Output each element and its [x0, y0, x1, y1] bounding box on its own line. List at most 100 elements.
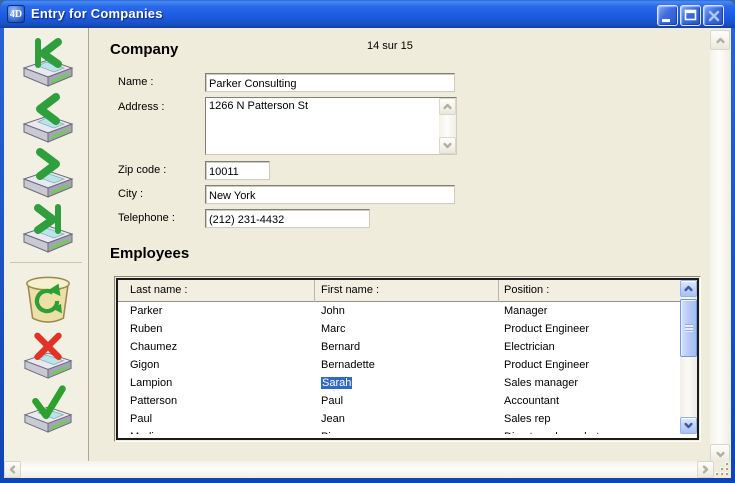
name-input[interactable]: [205, 73, 455, 92]
table-scrollbar[interactable]: [680, 280, 697, 434]
table-row[interactable]: Patterson Paul Accountant: [118, 392, 680, 410]
city-input[interactable]: [205, 185, 455, 204]
employees-table-inner: Last name : First name : Position : Park…: [116, 278, 699, 440]
grip-dot: [720, 472, 723, 475]
close-button[interactable]: [703, 5, 724, 26]
address-scroll-up-button[interactable]: [439, 98, 456, 115]
table-row[interactable]: Gigon Bernadette Product Engineer: [118, 356, 680, 374]
close-icon: [704, 6, 725, 27]
chevron-down-icon: [442, 140, 453, 151]
telephone-label: Telephone :: [118, 212, 175, 224]
cell-position[interactable]: Accountant: [504, 392, 674, 410]
city-label: City :: [118, 188, 143, 200]
cell-last-name[interactable]: Lampion: [130, 374, 310, 392]
first-record-button[interactable]: [17, 36, 79, 88]
cell-last-name[interactable]: Paul: [130, 410, 310, 428]
table-row-selected[interactable]: Lampion Sarah Sales manager: [118, 374, 680, 392]
table-row[interactable]: Chaumez Bernard Electrician: [118, 338, 680, 356]
cell-first-name[interactable]: Sarah: [321, 374, 491, 392]
cell-position[interactable]: Manager: [504, 302, 674, 320]
resize-grip[interactable]: [714, 461, 731, 478]
navigation-toolbar: [4, 28, 89, 461]
maximize-icon: [681, 6, 702, 27]
window-vertical-scrollbar[interactable]: [710, 30, 730, 464]
cell-position[interactable]: Directeur des achats: [504, 428, 674, 434]
cancel-record-button[interactable]: [17, 330, 79, 380]
cell-position[interactable]: Sales rep: [504, 410, 674, 428]
cell-last-name[interactable]: Chaumez: [130, 338, 310, 356]
cell-last-name[interactable]: Gigon: [130, 356, 310, 374]
4d-logo-icon: 4D: [7, 5, 25, 23]
cell-position[interactable]: Product Engineer: [504, 356, 674, 374]
delete-record-button[interactable]: [17, 274, 79, 324]
cell-first-name[interactable]: John: [321, 302, 491, 320]
cell-first-name[interactable]: Bernadette: [321, 356, 491, 374]
chevron-down-icon: [715, 449, 726, 460]
trash-recycle-icon: [17, 274, 79, 324]
previous-record-button[interactable]: [17, 92, 79, 144]
table-row-clipped[interactable]: Merlin Pierre Directeur des achats: [118, 428, 680, 434]
selected-cell[interactable]: Sarah: [321, 377, 352, 389]
maximize-button[interactable]: [680, 5, 701, 26]
table-row[interactable]: Parker John Manager: [118, 302, 680, 320]
window-horizontal-scrollbar[interactable]: [4, 461, 714, 478]
next-record-icon: [17, 147, 79, 199]
chevron-down-icon: [683, 420, 694, 431]
address-scroll-down-button[interactable]: [439, 137, 456, 154]
toolbar-divider: [10, 262, 82, 263]
cell-last-name[interactable]: Merlin: [130, 428, 310, 434]
zip-input[interactable]: [205, 161, 270, 180]
client-area: Company 14 sur 15 Name : Address : Zip c…: [4, 28, 731, 478]
title-bar[interactable]: 4D Entry for Companies: [0, 0, 735, 28]
first-record-icon: [17, 36, 79, 88]
address-input[interactable]: 1266 N Patterson St: [206, 98, 439, 154]
cell-first-name[interactable]: Pierre: [321, 428, 491, 434]
cell-last-name[interactable]: Ruben: [130, 320, 310, 338]
column-header-first-name[interactable]: First name :: [321, 284, 379, 296]
minimize-button[interactable]: [657, 5, 678, 26]
grip-dot: [725, 472, 728, 475]
grip-dot: [720, 467, 723, 470]
window-scroll-up-button[interactable]: [710, 30, 730, 50]
chevron-right-icon: [700, 464, 711, 475]
employees-table: Last name : First name : Position : Park…: [114, 276, 701, 442]
cell-first-name[interactable]: Paul: [321, 392, 491, 410]
cell-position[interactable]: Product Engineer: [504, 320, 674, 338]
accept-record-button[interactable]: [17, 384, 79, 434]
name-label: Name :: [118, 76, 153, 88]
telephone-input[interactable]: [205, 209, 370, 228]
cell-last-name[interactable]: Parker: [130, 302, 310, 320]
table-header-row: Last name : First name : Position :: [118, 280, 680, 302]
chevron-up-icon: [683, 283, 694, 294]
previous-record-icon: [17, 92, 79, 144]
employees-heading: Employees: [110, 245, 189, 262]
next-record-button[interactable]: [17, 147, 79, 199]
grip-dot: [725, 467, 728, 470]
grip-dot: [725, 462, 728, 465]
last-record-button[interactable]: [17, 202, 79, 254]
column-header-last-name[interactable]: Last name :: [130, 284, 187, 296]
cell-first-name[interactable]: Bernard: [321, 338, 491, 356]
window-title: Entry for Companies: [31, 6, 163, 21]
grip-dot: [715, 472, 718, 475]
table-scroll-up-button[interactable]: [680, 280, 697, 297]
cell-first-name[interactable]: Marc: [321, 320, 491, 338]
cell-position[interactable]: Electrician: [504, 338, 674, 356]
record-counter: 14 sur 15: [367, 40, 413, 52]
zip-label: Zip code :: [118, 164, 166, 176]
table-row[interactable]: Paul Jean Sales rep: [118, 410, 680, 428]
cell-position[interactable]: Sales manager: [504, 374, 674, 392]
column-header-position[interactable]: Position :: [504, 284, 549, 296]
cell-last-name[interactable]: Patterson: [130, 392, 310, 410]
chevron-up-icon: [715, 35, 726, 46]
table-scroll-down-button[interactable]: [680, 417, 697, 434]
cell-first-name[interactable]: Jean: [321, 410, 491, 428]
address-scrollbar[interactable]: [439, 98, 456, 154]
table-scrollbar-thumb[interactable]: [680, 299, 697, 357]
table-row[interactable]: Ruben Marc Product Engineer: [118, 320, 680, 338]
accept-check-icon: [17, 384, 79, 434]
chevron-up-icon: [442, 101, 453, 112]
thumb-grip: [685, 324, 693, 332]
window-scroll-left-button[interactable]: [4, 461, 21, 478]
window-scroll-right-button[interactable]: [697, 461, 714, 478]
